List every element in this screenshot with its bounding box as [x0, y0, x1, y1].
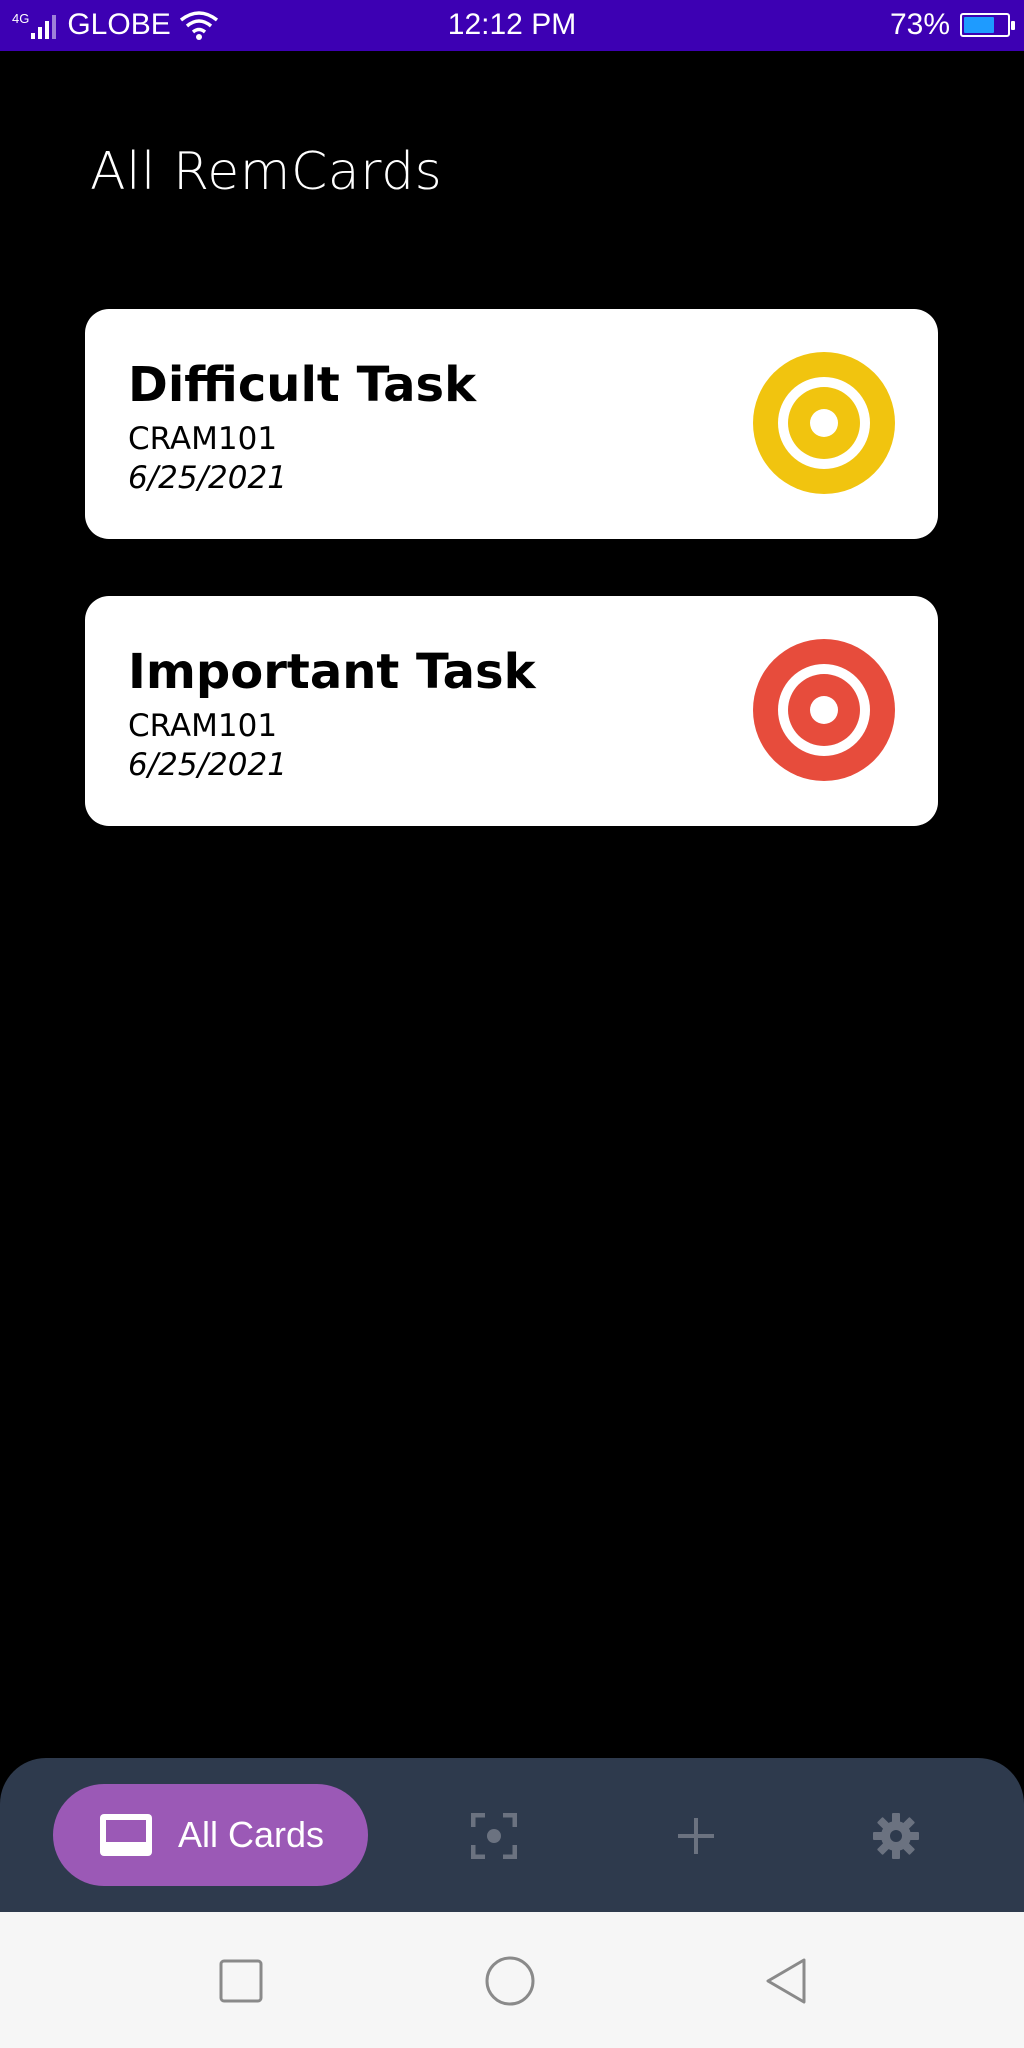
gear-icon — [873, 1813, 919, 1859]
circle-icon[interactable] — [485, 1956, 535, 2006]
system-nav-bar — [0, 1912, 1024, 2048]
card-course: CRAM101 — [128, 708, 278, 744]
back-triangle-icon[interactable] — [762, 1956, 812, 2006]
card-date: 6/25/2021 — [128, 747, 287, 783]
battery-percent: 73% — [889, 8, 950, 41]
card-course: CRAM101 — [128, 421, 278, 457]
nav-add-button[interactable] — [666, 1806, 726, 1866]
card-date: 6/25/2021 — [128, 460, 287, 496]
remcard-difficult-task[interactable]: Difficult Task CRAM101 6/25/2021 — [85, 309, 938, 539]
bottom-nav: All Cards — [0, 1758, 1024, 1912]
card-title: Difficult Task — [128, 357, 476, 413]
target-icon — [753, 639, 895, 781]
nav-settings-button[interactable] — [866, 1806, 926, 1866]
plus-icon — [678, 1818, 714, 1854]
nav-scan-button[interactable] — [464, 1806, 524, 1866]
battery-fill — [964, 17, 994, 33]
cards-icon — [100, 1814, 152, 1856]
target-icon — [753, 352, 895, 494]
square-icon[interactable] — [216, 1956, 266, 2006]
nav-all-cards-button[interactable]: All Cards — [53, 1784, 368, 1886]
page-title: All RemCards — [90, 142, 443, 202]
remcard-important-task[interactable]: Important Task CRAM101 6/25/2021 — [85, 596, 938, 826]
nav-all-cards-label: All Cards — [178, 1814, 325, 1855]
card-title: Important Task — [128, 644, 536, 700]
status-bar: 4G GLOBE 12:12 PM 73% — [0, 0, 1024, 51]
scan-icon — [471, 1813, 517, 1859]
battery-icon — [960, 13, 1015, 37]
status-right: 73% — [889, 8, 1015, 42]
status-time: 12:12 PM — [447, 8, 577, 41]
